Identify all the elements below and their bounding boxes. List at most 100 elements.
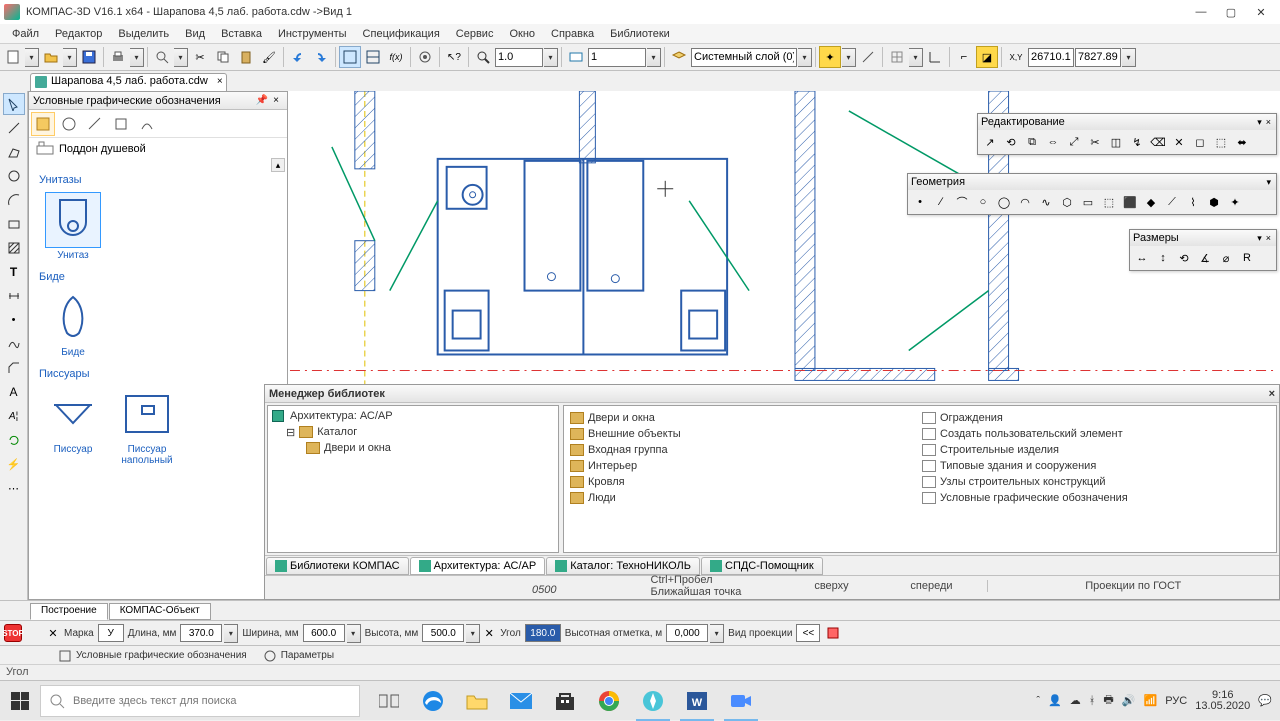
- list-item[interactable]: Типовые здания и сооружения: [920, 458, 1272, 474]
- tray-printer-icon[interactable]: 🖶: [1103, 691, 1113, 710]
- edit-tool-7-icon[interactable]: ◫: [1106, 132, 1126, 152]
- geom-8-icon[interactable]: ⬡: [1057, 192, 1077, 212]
- kompas-icon[interactable]: [632, 681, 674, 721]
- dlina-input[interactable]: [180, 624, 222, 642]
- geom-4-icon[interactable]: ○: [973, 192, 993, 212]
- geom-10-icon[interactable]: ⬚: [1099, 192, 1119, 212]
- prop-x-icon[interactable]: ✕: [46, 622, 60, 644]
- list-item[interactable]: Создать пользовательский элемент: [920, 426, 1272, 442]
- lt-poly-icon[interactable]: [3, 141, 25, 163]
- cut-icon[interactable]: ✂: [189, 46, 211, 68]
- list-item[interactable]: Строительные изделия: [920, 442, 1272, 458]
- new-dropdown[interactable]: [25, 48, 39, 67]
- ft-arrow-icon[interactable]: ▾: [1255, 233, 1264, 244]
- proptab-2[interactable]: КОМПАС-Объект: [109, 603, 211, 620]
- mode1-icon[interactable]: [339, 46, 361, 68]
- coord-y-input[interactable]: [1075, 48, 1121, 67]
- start-button[interactable]: [0, 681, 40, 721]
- page-icon[interactable]: [565, 46, 587, 68]
- menu-tools[interactable]: Инструменты: [270, 26, 355, 42]
- tray-net-icon[interactable]: 📶: [1144, 694, 1158, 707]
- store-icon[interactable]: [544, 681, 586, 721]
- libmgr-tree[interactable]: Архитектура: АС/АР ⊟Каталог Двери и окна: [267, 405, 559, 553]
- lt-arc-icon[interactable]: [3, 189, 25, 211]
- tray-lang[interactable]: РУС: [1165, 695, 1187, 707]
- geom-5-icon[interactable]: ◯: [994, 192, 1014, 212]
- grid-dropdown[interactable]: [909, 48, 923, 67]
- edit-tool-12-icon[interactable]: ⬚: [1211, 132, 1231, 152]
- tray-clock[interactable]: 9:16 13.05.2020: [1195, 690, 1250, 712]
- undo-icon[interactable]: [287, 46, 309, 68]
- menu-file[interactable]: Файл: [4, 26, 47, 42]
- lt-textAi-icon[interactable]: A¦: [3, 405, 25, 427]
- list-item[interactable]: Люди: [568, 490, 920, 506]
- settings-icon[interactable]: [414, 46, 436, 68]
- page-input[interactable]: [588, 48, 646, 67]
- edge-icon[interactable]: [412, 681, 454, 721]
- list-item[interactable]: Ограждения: [920, 410, 1272, 426]
- geom-7-icon[interactable]: ∿: [1036, 192, 1056, 212]
- menu-insert[interactable]: Вставка: [213, 26, 270, 42]
- geom-16-icon[interactable]: ✦: [1225, 192, 1245, 212]
- explorer-icon[interactable]: [456, 681, 498, 721]
- geom-3-icon[interactable]: ⌒: [952, 192, 972, 212]
- ft-arrow-icon[interactable]: ▾: [1255, 117, 1264, 128]
- edit-tool-2-icon[interactable]: ⟲: [1001, 132, 1021, 152]
- list-item[interactable]: Узлы строительных конструкций: [920, 474, 1272, 490]
- print-icon[interactable]: [107, 46, 129, 68]
- lt-hatch-icon[interactable]: [3, 237, 25, 259]
- tray-people-icon[interactable]: 👤: [1048, 694, 1062, 707]
- preview-dropdown[interactable]: [174, 48, 188, 67]
- layer-input[interactable]: [691, 48, 797, 67]
- shirina-dd[interactable]: [347, 624, 361, 643]
- edit-tool-1-icon[interactable]: ↗: [980, 132, 1000, 152]
- word-icon[interactable]: W: [676, 681, 718, 721]
- list-item[interactable]: Двери и окна: [568, 410, 920, 426]
- lt-select-icon[interactable]: [3, 93, 25, 115]
- tray-up-icon[interactable]: ˆ: [1036, 695, 1040, 707]
- edit-tool-10-icon[interactable]: ✕: [1169, 132, 1189, 152]
- menu-libs[interactable]: Библиотеки: [602, 26, 678, 42]
- dim-3-icon[interactable]: ⟲: [1174, 248, 1194, 268]
- open-icon[interactable]: [40, 46, 62, 68]
- close-tab-icon[interactable]: ×: [217, 76, 223, 87]
- geom-13-icon[interactable]: ⟋: [1162, 192, 1182, 212]
- lt-textA-icon[interactable]: A: [3, 381, 25, 403]
- libtool-2-icon[interactable]: [57, 112, 81, 136]
- menu-select[interactable]: Выделить: [110, 26, 177, 42]
- close-button[interactable]: ✕: [1246, 0, 1276, 24]
- grid-icon[interactable]: [886, 46, 908, 68]
- zoom-fit-icon[interactable]: [472, 46, 494, 68]
- coord-x-input[interactable]: [1028, 48, 1074, 67]
- edit-tool-3-icon[interactable]: ⧉: [1022, 132, 1042, 152]
- open-dropdown[interactable]: [63, 48, 77, 67]
- proptab-1[interactable]: Построение: [30, 603, 108, 620]
- menu-window[interactable]: Окно: [501, 26, 543, 42]
- lt-refresh-icon[interactable]: [3, 429, 25, 451]
- geom-12-icon[interactable]: ◆: [1141, 192, 1161, 212]
- edit-tool-11-icon[interactable]: ◻: [1190, 132, 1210, 152]
- libmgr-close-icon[interactable]: ×: [1269, 388, 1275, 400]
- libtool-3-icon[interactable]: [83, 112, 107, 136]
- lt-line-icon[interactable]: [3, 117, 25, 139]
- panel-scroll-up-icon[interactable]: ▴: [271, 158, 285, 172]
- edit-tool-8-icon[interactable]: ↯: [1127, 132, 1147, 152]
- print-dropdown[interactable]: [130, 48, 144, 67]
- geom-15-icon[interactable]: ⬢: [1204, 192, 1224, 212]
- ft-close-icon[interactable]: ×: [1264, 117, 1273, 127]
- highlight-dropdown[interactable]: [842, 48, 856, 67]
- minimize-button[interactable]: —: [1186, 0, 1216, 24]
- coord-icon[interactable]: X,Y: [1005, 46, 1027, 68]
- ugol-input[interactable]: [525, 624, 561, 642]
- list-item[interactable]: Интерьер: [568, 458, 920, 474]
- list-item[interactable]: Входная группа: [568, 442, 920, 458]
- edit-tool-6-icon[interactable]: ✂: [1085, 132, 1105, 152]
- item-unitaz[interactable]: Унитаз: [45, 192, 101, 261]
- libtool-1-icon[interactable]: [31, 112, 55, 136]
- snap2-icon[interactable]: ◪: [976, 46, 998, 68]
- chip2-label[interactable]: Параметры: [281, 650, 334, 661]
- ft-close-icon[interactable]: ×: [1264, 233, 1273, 243]
- item-pissuar2[interactable]: Писсуар напольный: [115, 386, 179, 466]
- lt-bolt-icon[interactable]: ⚡: [3, 453, 25, 475]
- dim-5-icon[interactable]: ⌀: [1216, 248, 1236, 268]
